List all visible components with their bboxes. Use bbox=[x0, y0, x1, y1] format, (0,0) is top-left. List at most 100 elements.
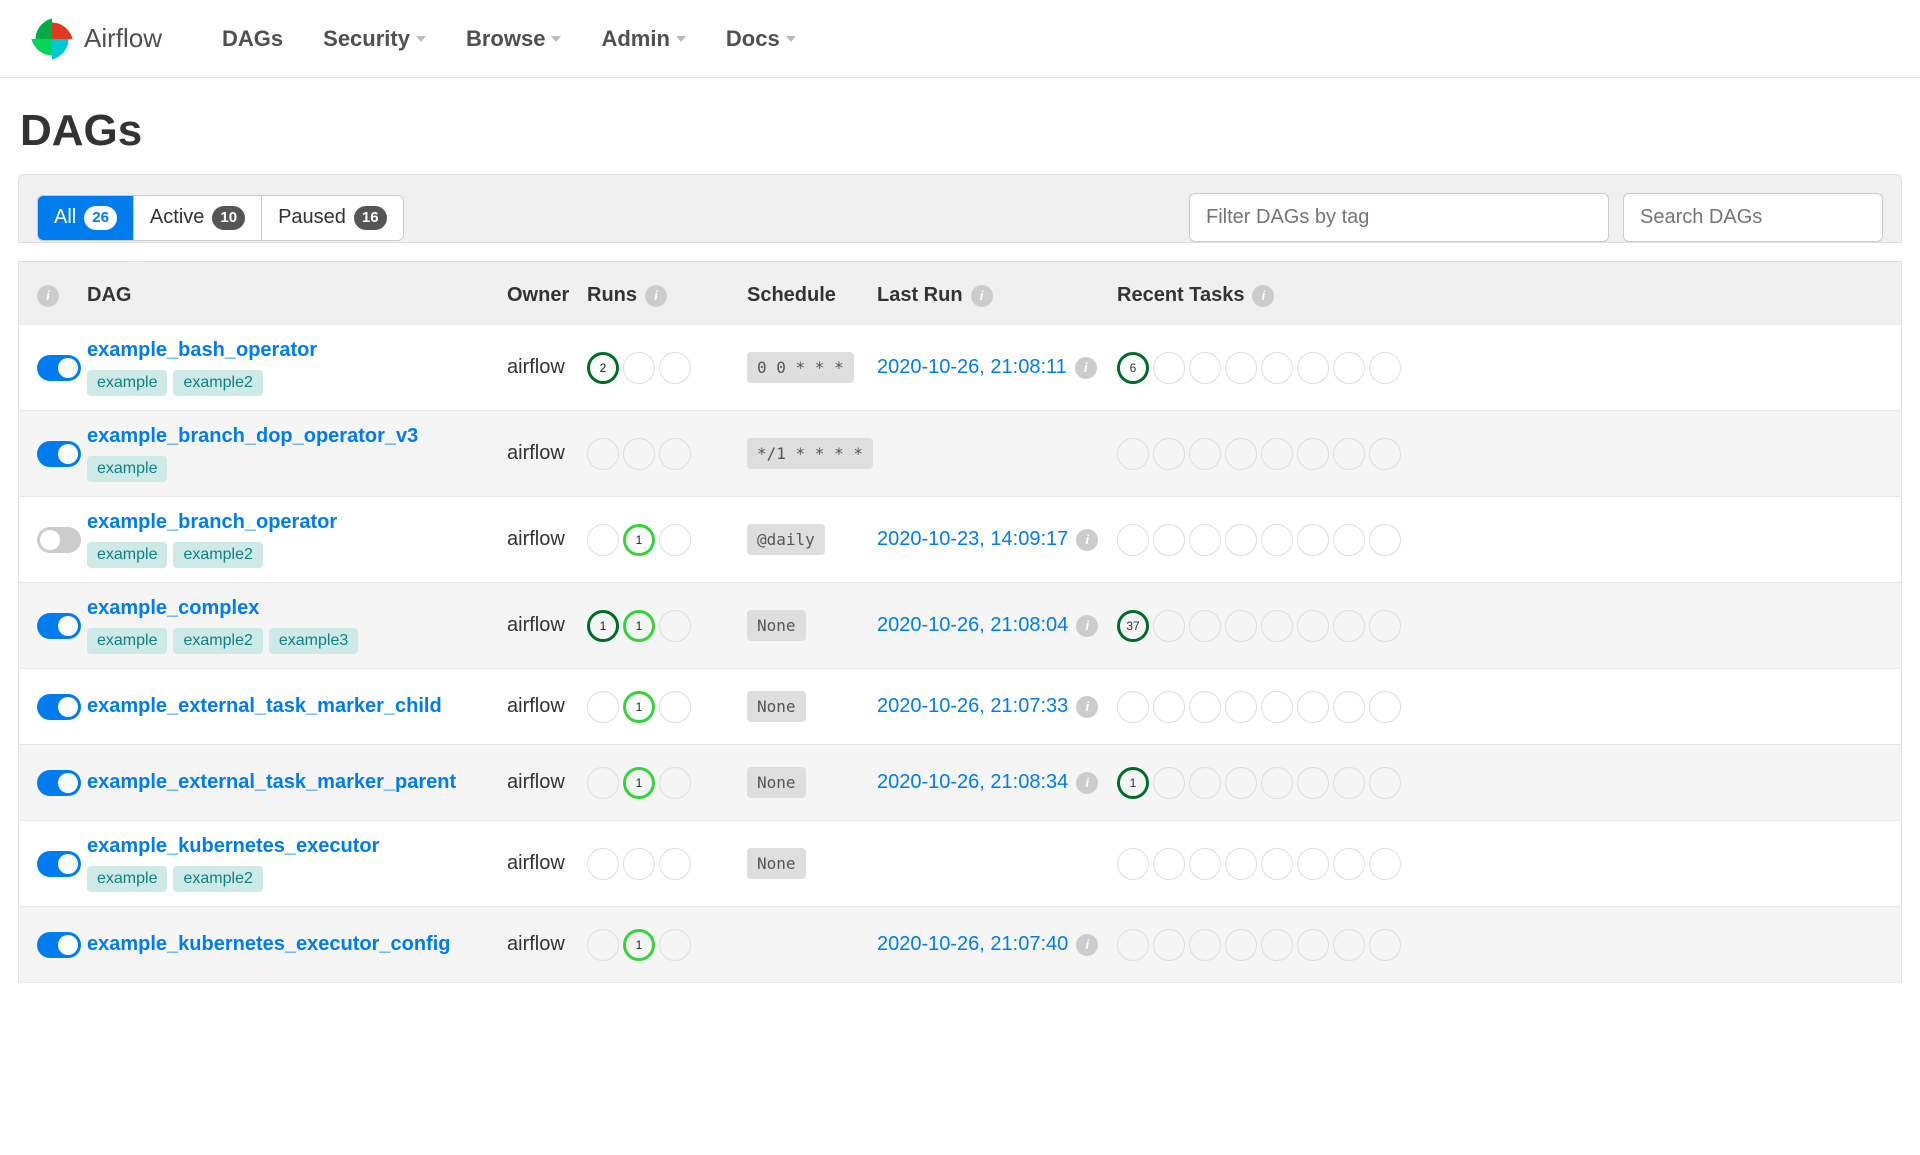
task-circle[interactable] bbox=[1333, 524, 1365, 556]
dag-toggle[interactable] bbox=[37, 770, 81, 796]
run-circle[interactable]: 1 bbox=[623, 767, 655, 799]
task-circle[interactable] bbox=[1297, 524, 1329, 556]
task-circle[interactable] bbox=[1225, 438, 1257, 470]
dag-tag[interactable]: example2 bbox=[173, 542, 262, 568]
run-circle[interactable] bbox=[659, 848, 691, 880]
task-circle[interactable] bbox=[1333, 352, 1365, 384]
task-circle[interactable] bbox=[1225, 848, 1257, 880]
run-circle[interactable]: 1 bbox=[587, 610, 619, 642]
dag-tag[interactable]: example2 bbox=[173, 866, 262, 892]
dag-toggle[interactable] bbox=[37, 355, 81, 381]
task-circle[interactable] bbox=[1153, 929, 1185, 961]
last-run-timestamp[interactable]: 2020-10-26, 21:07:40 bbox=[877, 933, 1068, 956]
task-circle[interactable] bbox=[1189, 767, 1221, 799]
task-circle[interactable] bbox=[1153, 848, 1185, 880]
task-circle[interactable] bbox=[1297, 848, 1329, 880]
nav-docs[interactable]: Docs bbox=[706, 16, 816, 62]
run-circle[interactable]: 1 bbox=[623, 610, 655, 642]
task-circle[interactable] bbox=[1333, 848, 1365, 880]
task-circle[interactable] bbox=[1153, 352, 1185, 384]
task-circle[interactable] bbox=[1297, 352, 1329, 384]
dag-tag[interactable]: example bbox=[87, 628, 167, 654]
schedule-badge[interactable]: None bbox=[747, 767, 806, 798]
run-circle[interactable] bbox=[587, 848, 619, 880]
run-circle[interactable]: 1 bbox=[623, 929, 655, 961]
dag-link[interactable]: example_complex bbox=[87, 597, 507, 620]
task-circle[interactable]: 6 bbox=[1117, 352, 1149, 384]
task-circle[interactable] bbox=[1189, 524, 1221, 556]
dag-link[interactable]: example_kubernetes_executor_config bbox=[87, 933, 507, 956]
info-icon[interactable]: i bbox=[1076, 772, 1098, 794]
col-dag[interactable]: DAG bbox=[87, 284, 507, 307]
info-icon[interactable]: i bbox=[1076, 529, 1098, 551]
info-icon[interactable]: i bbox=[1076, 696, 1098, 718]
run-circle[interactable] bbox=[659, 352, 691, 384]
run-circle[interactable] bbox=[659, 524, 691, 556]
last-run-timestamp[interactable]: 2020-10-23, 14:09:17 bbox=[877, 528, 1068, 551]
schedule-badge[interactable]: 0 0 * * * bbox=[747, 352, 854, 383]
run-circle[interactable] bbox=[587, 691, 619, 723]
task-circle[interactable] bbox=[1297, 767, 1329, 799]
search-dags-input[interactable] bbox=[1623, 193, 1883, 242]
task-circle[interactable] bbox=[1225, 767, 1257, 799]
task-circle[interactable] bbox=[1225, 352, 1257, 384]
dag-toggle[interactable] bbox=[37, 932, 81, 958]
dag-tag[interactable]: example2 bbox=[173, 370, 262, 396]
task-circle[interactable] bbox=[1333, 929, 1365, 961]
task-circle[interactable] bbox=[1369, 610, 1401, 642]
run-circle[interactable] bbox=[587, 524, 619, 556]
task-circle[interactable] bbox=[1333, 438, 1365, 470]
info-icon[interactable]: i bbox=[1076, 615, 1098, 637]
task-circle[interactable] bbox=[1153, 524, 1185, 556]
task-circle[interactable] bbox=[1189, 610, 1221, 642]
task-circle[interactable] bbox=[1333, 691, 1365, 723]
task-circle[interactable] bbox=[1225, 610, 1257, 642]
schedule-badge[interactable]: None bbox=[747, 691, 806, 722]
filter-paused[interactable]: Paused 16 bbox=[262, 196, 403, 240]
task-circle[interactable] bbox=[1189, 929, 1221, 961]
task-circle[interactable] bbox=[1189, 691, 1221, 723]
task-circle[interactable] bbox=[1369, 524, 1401, 556]
task-circle[interactable] bbox=[1261, 848, 1293, 880]
col-schedule[interactable]: Schedule bbox=[747, 284, 877, 307]
schedule-badge[interactable]: @daily bbox=[747, 524, 825, 555]
task-circle[interactable] bbox=[1369, 929, 1401, 961]
run-circle[interactable] bbox=[659, 438, 691, 470]
task-circle[interactable] bbox=[1369, 438, 1401, 470]
col-last-run[interactable]: Last Runi bbox=[877, 284, 1117, 307]
nav-dags[interactable]: DAGs bbox=[202, 16, 303, 62]
task-circle[interactable] bbox=[1297, 929, 1329, 961]
task-circle[interactable] bbox=[1333, 610, 1365, 642]
dag-link[interactable]: example_bash_operator bbox=[87, 339, 507, 362]
info-icon[interactable]: i bbox=[1075, 357, 1097, 379]
nav-browse[interactable]: Browse bbox=[446, 16, 581, 62]
task-circle[interactable] bbox=[1333, 767, 1365, 799]
run-circle[interactable] bbox=[587, 929, 619, 961]
dag-toggle[interactable] bbox=[37, 613, 81, 639]
task-circle[interactable] bbox=[1297, 610, 1329, 642]
dag-tag[interactable]: example3 bbox=[269, 628, 358, 654]
task-circle[interactable] bbox=[1261, 691, 1293, 723]
task-circle[interactable] bbox=[1225, 524, 1257, 556]
task-circle[interactable] bbox=[1261, 524, 1293, 556]
task-circle[interactable] bbox=[1153, 767, 1185, 799]
task-circle[interactable] bbox=[1369, 352, 1401, 384]
task-circle[interactable] bbox=[1297, 438, 1329, 470]
task-circle[interactable] bbox=[1189, 438, 1221, 470]
task-circle[interactable] bbox=[1189, 848, 1221, 880]
task-circle[interactable]: 37 bbox=[1117, 610, 1149, 642]
schedule-badge[interactable]: */1 * * * * bbox=[747, 438, 873, 469]
dag-link[interactable]: example_external_task_marker_child bbox=[87, 695, 507, 718]
task-circle[interactable] bbox=[1117, 524, 1149, 556]
last-run-timestamp[interactable]: 2020-10-26, 21:08:11 bbox=[877, 356, 1067, 379]
task-circle[interactable] bbox=[1117, 438, 1149, 470]
dag-tag[interactable]: example bbox=[87, 370, 167, 396]
brand[interactable]: Airflow bbox=[30, 17, 162, 61]
dag-toggle[interactable] bbox=[37, 851, 81, 877]
task-circle[interactable] bbox=[1261, 767, 1293, 799]
dag-tag[interactable]: example2 bbox=[173, 628, 262, 654]
filter-tag-input[interactable] bbox=[1189, 193, 1609, 242]
run-circle[interactable] bbox=[587, 767, 619, 799]
nav-security[interactable]: Security bbox=[303, 16, 446, 62]
filter-all[interactable]: All 26 bbox=[38, 196, 134, 240]
